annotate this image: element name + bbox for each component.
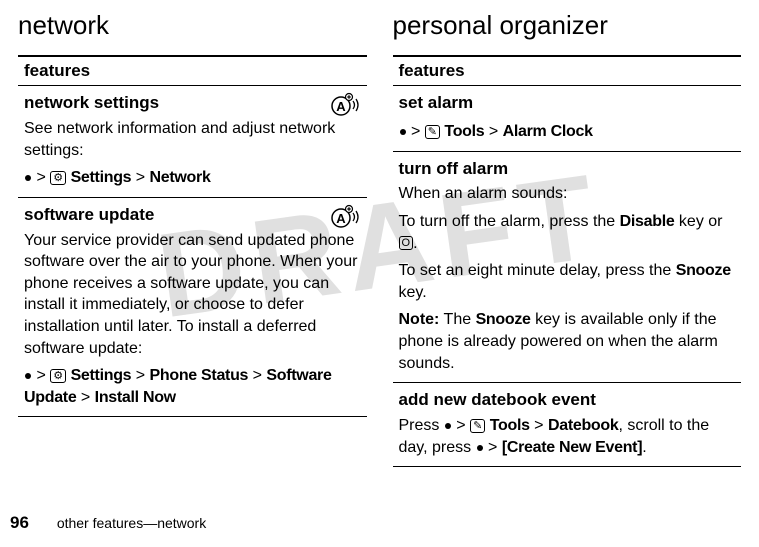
row-title: software update [24,204,361,227]
disable-key-label: Disable [620,213,675,230]
row-set-alarm: set alarm > ✎ Tools > Alarm Clock [393,86,742,152]
path-seg: Tools [490,417,530,434]
path-seg: Alarm Clock [503,123,593,140]
right-column: personal organizer features set alarm > … [393,10,742,467]
row-body: To turn off the alarm, press the Disable… [399,211,736,254]
path-seg: Tools [444,123,484,140]
svg-text:A: A [336,99,346,114]
page-footer: 96 other features—network [10,513,206,533]
text: key. [399,284,427,301]
snooze-key-label: Snooze [476,311,531,328]
text: To set an eight minute delay, press the [399,262,676,279]
row-note: Note: The Snooze key is available only i… [399,309,736,374]
page-columns: network features A network settings See … [0,0,759,467]
antenna-a-icon: A [329,204,361,230]
center-key-icon [25,373,31,379]
row-path: > ⚙ Settings > Phone Status > Software U… [24,365,361,408]
text: . [413,235,417,252]
path-seg: Install Now [95,389,176,406]
antenna-a-icon: A [329,92,361,118]
center-key-icon [477,445,483,451]
left-table-header: features [18,56,367,86]
svg-text:A: A [336,211,346,226]
settings-badge-icon: ⚙ [50,369,66,383]
left-table: features A network settings See network … [18,55,367,417]
row-body: To set an eight minute delay, press the … [399,260,736,303]
row-title: turn off alarm [399,158,736,181]
row-body: When an alarm sounds: [399,183,736,205]
path-seg: Network [150,169,211,186]
text: . [642,439,646,456]
path-seg: Phone Status [150,367,249,384]
settings-badge-icon: ⚙ [50,171,66,185]
row-title: add new datebook event [399,389,736,412]
path-seg: Datebook [548,417,619,434]
row-body: See network information and adjust netwo… [24,120,335,159]
right-heading: personal organizer [393,10,742,41]
row-turn-off-alarm: turn off alarm When an alarm sounds: To … [393,151,742,383]
path-seg: Settings [71,169,132,186]
path-seg: [Create New Event] [502,439,642,456]
row-software-update: A software update Your service provider … [18,197,367,417]
text: Press [399,417,444,434]
row-path: > ✎ Tools > Alarm Clock [399,121,736,143]
right-table: features set alarm > ✎ Tools > Alarm Clo… [393,55,742,467]
left-heading: network [18,10,367,41]
row-network-settings: A network settings See network informati… [18,86,367,198]
left-column: network features A network settings See … [18,10,367,467]
note-label: Note: [399,311,440,328]
row-add-datebook: add new datebook event Press > ✎ Tools >… [393,383,742,467]
row-title: network settings [24,92,361,115]
row-body: Your service provider can send updated p… [24,232,358,357]
row-body: Press > ✎ Tools > Datebook, scroll to th… [399,415,736,458]
right-table-header: features [393,56,742,86]
tools-badge-icon: ✎ [425,125,440,139]
center-key-icon [25,175,31,181]
tools-badge-icon: ✎ [470,419,485,433]
center-key-icon [400,129,406,135]
page-number: 96 [10,513,29,532]
path-seg: Settings [71,367,132,384]
center-key-icon [445,423,451,429]
row-path: > ⚙ Settings > Network [24,167,361,189]
text: The [439,311,475,328]
row-title: set alarm [399,92,736,115]
text: To turn off the alarm, press the [399,213,620,230]
footer-text: other features—network [57,515,206,531]
power-key-icon: O [399,236,414,250]
text: key or [674,213,722,230]
snooze-key-label: Snooze [676,262,731,279]
